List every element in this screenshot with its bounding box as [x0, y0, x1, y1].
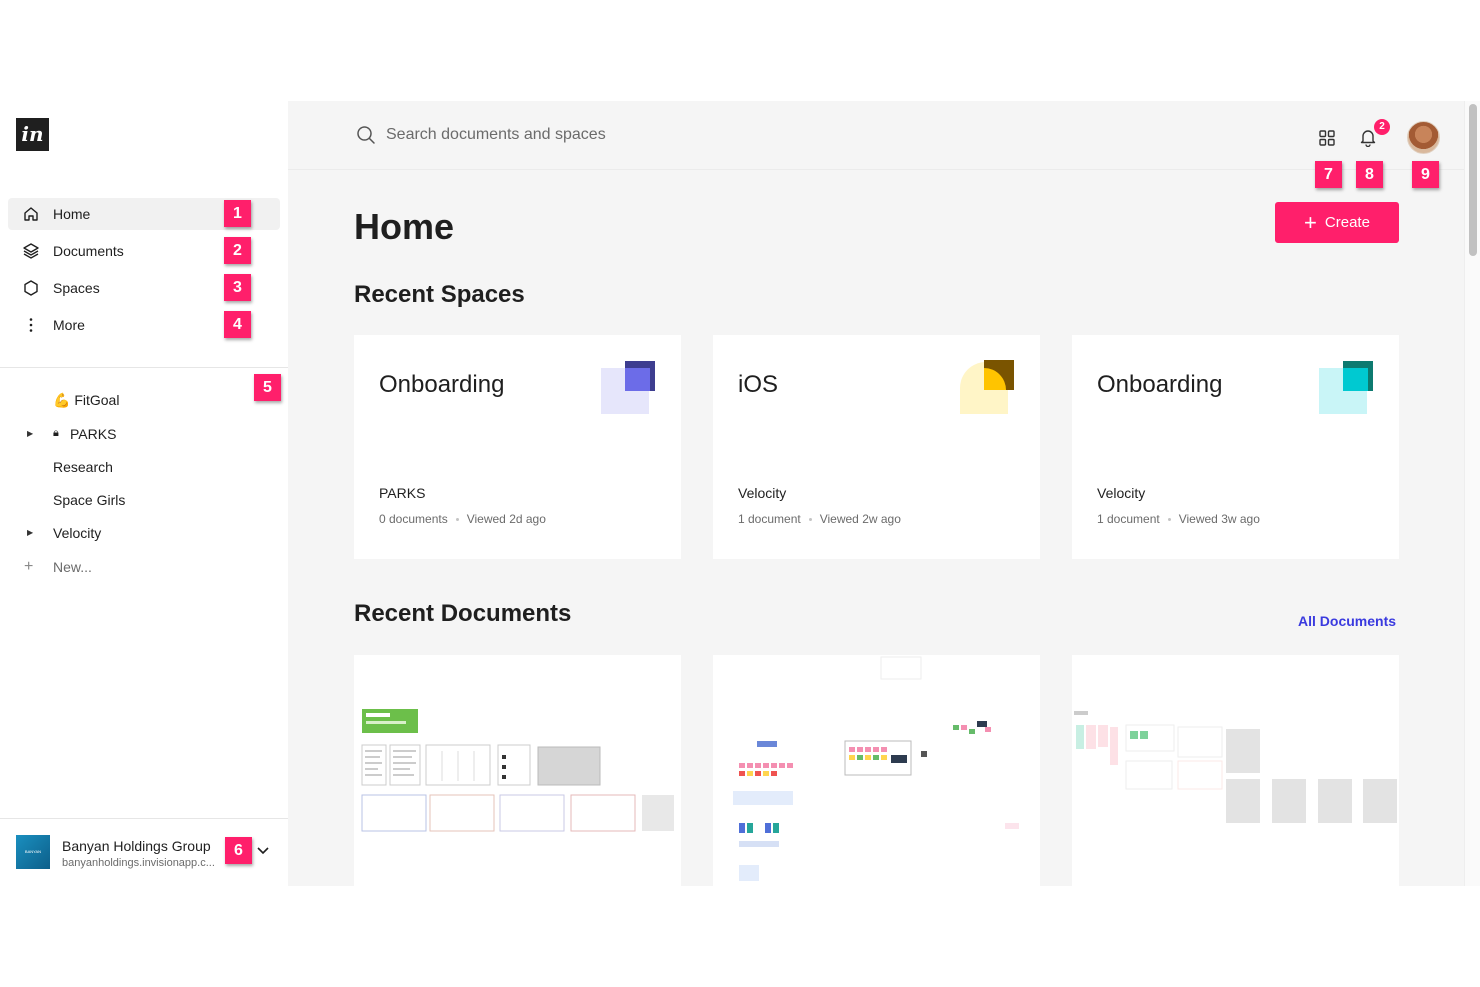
document-preview-thumbnail — [1074, 711, 1397, 823]
space-card-owner: Velocity — [738, 485, 787, 501]
space-card-title: iOS — [738, 371, 779, 398]
org-switcher[interactable]: BANYAN Banyan Holdings Group banyanholdi… — [0, 818, 288, 886]
sidebar-space-research[interactable]: Research — [0, 450, 288, 483]
sidebar-space-space-girls[interactable]: Space Girls — [0, 483, 288, 516]
hexagon-icon — [22, 279, 40, 297]
lock-icon: 🔒︎ — [53, 427, 59, 439]
vertical-scrollbar[interactable] — [1464, 101, 1480, 886]
create-button[interactable]: + Create — [1275, 202, 1399, 243]
space-card-viewed: Viewed 2w ago — [819, 512, 901, 526]
scrollbar-thumb[interactable] — [1469, 104, 1477, 256]
caret-right-icon[interactable]: ▶ — [27, 528, 33, 537]
annotation-badge: 6 — [225, 837, 252, 864]
sidebar-item-label: Home — [53, 206, 91, 222]
space-card-doc-count: 0 documents — [379, 512, 448, 526]
recent-spaces-heading: Recent Spaces — [354, 281, 525, 308]
separator-dot — [808, 517, 812, 521]
org-name: Banyan Holdings Group — [62, 838, 211, 854]
sidebar-item-home[interactable]: Home 1 — [8, 198, 280, 230]
sidebar-space-parks[interactable]: ▶ 🔒︎ PARKS — [0, 417, 288, 450]
notification-count-badge: 2 — [1374, 119, 1390, 135]
space-name: Space Girls — [53, 491, 126, 508]
invision-logo[interactable]: in — [16, 118, 49, 151]
sidebar-item-label: Documents — [53, 243, 124, 259]
document-preview-thumbnail — [361, 709, 674, 832]
space-card[interactable]: Onboarding Velocity 1 document Viewed 3w… — [1072, 335, 1399, 559]
space-card-meta: 1 document Viewed 3w ago — [1097, 512, 1260, 526]
sidebar-item-spaces[interactable]: Spaces 3 — [8, 272, 280, 304]
plus-icon: + — [24, 558, 34, 575]
recent-documents-heading: Recent Documents — [354, 600, 572, 627]
home-icon — [22, 205, 40, 223]
new-space-label: New... — [53, 559, 92, 575]
plus-icon: + — [1304, 209, 1317, 235]
more-vertical-icon — [22, 316, 40, 334]
annotation-badge: 3 — [224, 274, 251, 301]
top-bar: 7 2 8 9 — [288, 101, 1464, 188]
space-card-viewed: Viewed 3w ago — [1178, 512, 1260, 526]
space-name: Velocity — [53, 524, 102, 541]
page-title: Home — [354, 206, 455, 247]
search-input[interactable] — [386, 123, 806, 147]
space-card-viewed: Viewed 2d ago — [466, 512, 546, 526]
document-card[interactable] — [713, 655, 1040, 886]
org-logo: BANYAN — [16, 835, 50, 869]
space-card-title: Onboarding — [1097, 371, 1223, 398]
space-thumbnail-icon — [601, 361, 655, 414]
space-card[interactable]: iOS Velocity 1 document Viewed 2w ago — [713, 335, 1040, 559]
document-card[interactable] — [354, 655, 681, 886]
org-url: banyanholdings.invisionapp.c... — [62, 857, 215, 869]
space-thumbnail-icon — [960, 360, 1014, 414]
annotation-badge: 1 — [224, 200, 251, 227]
space-card-doc-count: 1 document — [738, 512, 801, 526]
space-thumbnail-icon — [1319, 361, 1373, 414]
sidebar-space-velocity[interactable]: ▶ Velocity — [0, 516, 288, 549]
app-window: in Home 1 Documents 2 Spaces 3 More 4 5 … — [0, 101, 1480, 886]
sidebar-item-more[interactable]: More 4 — [8, 309, 280, 341]
chevron-down-icon[interactable] — [256, 843, 270, 857]
layers-icon — [22, 242, 40, 260]
caret-right-icon[interactable]: ▶ — [27, 429, 33, 438]
annotation-badge: 2 — [224, 237, 251, 264]
space-card-doc-count: 1 document — [1097, 512, 1160, 526]
annotation-badge: 4 — [224, 311, 251, 338]
space-card-meta: 1 document Viewed 2w ago — [738, 512, 901, 526]
sidebar-item-documents[interactable]: Documents 2 — [8, 235, 280, 267]
space-card-title: Onboarding — [379, 371, 505, 398]
space-name: 💪 FitGoal — [53, 392, 120, 408]
space-card-owner: Velocity — [1097, 485, 1146, 501]
main-content: Home + Create Recent Spaces Onboarding P… — [288, 171, 1464, 886]
space-card-owner: PARKS — [379, 485, 426, 501]
sidebar-nav: Home 1 Documents 2 Spaces 3 More 4 — [8, 198, 280, 346]
sidebar: in Home 1 Documents 2 Spaces 3 More 4 5 … — [0, 101, 288, 886]
sidebar-space-fitgoal[interactable]: 💪 FitGoal — [0, 384, 288, 417]
create-button-label: Create — [1324, 214, 1370, 231]
space-card-meta: 0 documents Viewed 2d ago — [379, 512, 546, 526]
space-name: Research — [53, 458, 113, 475]
new-space-button[interactable]: + New... — [0, 549, 288, 585]
user-avatar[interactable] — [1407, 121, 1440, 154]
document-card[interactable] — [1072, 655, 1399, 886]
space-name: PARKS — [70, 425, 117, 442]
space-card[interactable]: Onboarding PARKS 0 documents Viewed 2d a… — [354, 335, 681, 559]
apps-grid-icon[interactable] — [1315, 126, 1339, 150]
document-preview-thumbnail — [733, 656, 1019, 881]
sidebar-item-label: More — [53, 317, 85, 333]
sidebar-divider — [0, 367, 288, 368]
separator-dot — [455, 517, 459, 521]
separator-dot — [1167, 517, 1171, 521]
all-documents-link[interactable]: All Documents — [1298, 613, 1396, 629]
search-icon — [357, 126, 375, 144]
sidebar-spaces-list: 💪 FitGoal ▶ 🔒︎ PARKS Research Space Girl… — [0, 384, 288, 585]
sidebar-item-label: Spaces — [53, 280, 100, 296]
